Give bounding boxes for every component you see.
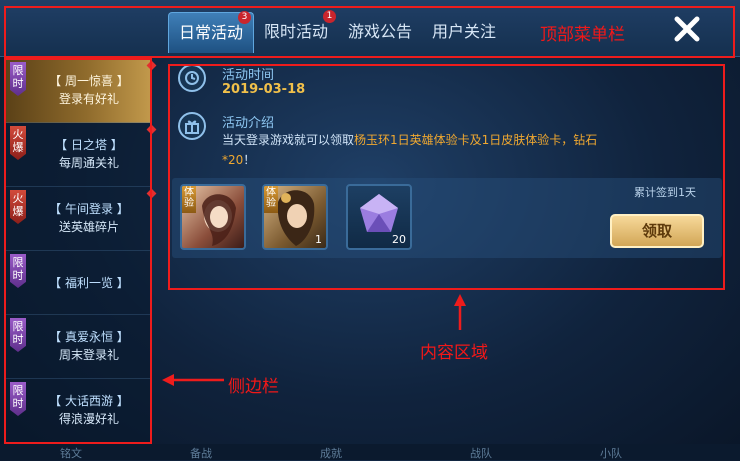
- bottom-menu-item[interactable]: 铭文: [60, 445, 82, 461]
- sidebar-annotation-box: [4, 58, 152, 444]
- arrow-left-icon: [162, 374, 224, 386]
- content-annotation-box: [168, 64, 725, 290]
- arrow-up-icon: [454, 294, 466, 330]
- bottom-menu-item[interactable]: 小队: [600, 445, 622, 461]
- bottom-menu-item[interactable]: 备战: [190, 445, 212, 461]
- top-menu-annotation-label: 顶部菜单栏: [540, 25, 625, 45]
- bottom-menu-strip: 铭文 备战 成就 战队 小队: [0, 444, 740, 460]
- top-menu-annotation-box: [4, 6, 735, 58]
- bottom-menu-item[interactable]: 成就: [320, 445, 342, 461]
- bottom-menu-item[interactable]: 战队: [470, 445, 492, 461]
- content-annotation-label: 内容区域: [420, 343, 488, 363]
- sidebar-annotation-label: 侧边栏: [228, 377, 279, 397]
